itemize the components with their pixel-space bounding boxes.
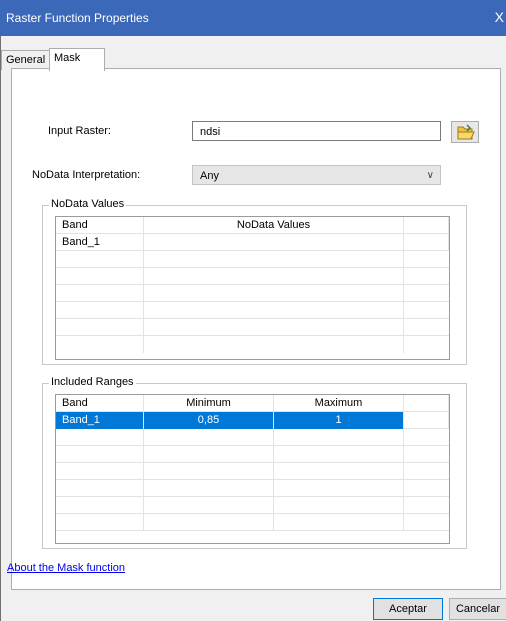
filler-cell bbox=[404, 412, 449, 429]
window-title: Raster Function Properties bbox=[6, 11, 149, 25]
accept-button[interactable]: Aceptar bbox=[373, 598, 443, 620]
chevron-down-icon: ∨ bbox=[426, 170, 434, 181]
table-header-row: Band Minimum Maximum bbox=[56, 395, 449, 412]
empty-row bbox=[56, 336, 449, 353]
table-row[interactable]: Band_1 bbox=[56, 234, 449, 251]
nodata-interpretation-select[interactable]: Any ∨ bbox=[192, 165, 441, 185]
band-cell[interactable]: Band_1 bbox=[56, 412, 144, 429]
tab-general[interactable]: General bbox=[1, 50, 51, 70]
nodata-interpretation-label: NoData Interpretation: bbox=[32, 169, 141, 181]
empty-row bbox=[56, 285, 449, 302]
included-ranges-group-title: Included Ranges bbox=[49, 376, 136, 388]
input-raster-field[interactable]: ndsi bbox=[192, 121, 441, 141]
empty-row bbox=[56, 429, 449, 446]
browse-folder-button[interactable] bbox=[451, 121, 479, 143]
empty-row bbox=[56, 446, 449, 463]
maximum-cell[interactable]: 1 bbox=[274, 412, 404, 429]
title-bar: Raster Function Properties X bbox=[0, 0, 506, 36]
column-header-maximum[interactable]: Maximum bbox=[274, 395, 404, 412]
empty-row bbox=[56, 480, 449, 497]
column-header-band[interactable]: Band bbox=[56, 395, 144, 412]
empty-row bbox=[56, 302, 449, 319]
tab-mask[interactable]: Mask bbox=[49, 48, 105, 71]
included-ranges-table[interactable]: Band Minimum Maximum Band_1 0,85 1 bbox=[55, 394, 450, 544]
column-header-filler bbox=[404, 395, 449, 412]
nodata-values-group: NoData Values Band NoData Values Band_1 bbox=[42, 198, 467, 365]
input-raster-label: Input Raster: bbox=[48, 125, 111, 137]
nodata-value-cell[interactable] bbox=[144, 234, 404, 251]
column-header-band[interactable]: Band bbox=[56, 217, 144, 234]
dialog-body: General Mask Input Raster: ndsi NoData I… bbox=[0, 36, 506, 621]
included-ranges-group: Included Ranges Band Minimum Maximum Ban… bbox=[42, 376, 467, 549]
empty-row bbox=[56, 319, 449, 336]
column-header-nodata-values[interactable]: NoData Values bbox=[144, 217, 404, 234]
nodata-values-group-title: NoData Values bbox=[49, 198, 127, 210]
empty-row bbox=[56, 463, 449, 480]
table-header-row: Band NoData Values bbox=[56, 217, 449, 234]
nodata-values-table[interactable]: Band NoData Values Band_1 bbox=[55, 216, 450, 360]
empty-row bbox=[56, 251, 449, 268]
filler-cell bbox=[404, 234, 449, 251]
about-mask-function-link[interactable]: About the Mask function bbox=[7, 562, 125, 574]
empty-row bbox=[56, 514, 449, 531]
mask-tab-panel: Input Raster: ndsi NoData Interpretation… bbox=[11, 68, 501, 590]
table-row[interactable]: Band_1 0,85 1 bbox=[56, 412, 449, 429]
close-icon[interactable]: X bbox=[495, 9, 504, 25]
nodata-interpretation-value: Any bbox=[200, 170, 219, 182]
tab-strip: General Mask bbox=[1, 48, 506, 71]
open-folder-icon bbox=[457, 124, 475, 140]
cancel-button[interactable]: Cancelar bbox=[449, 598, 506, 620]
column-header-filler bbox=[404, 217, 449, 234]
column-header-minimum[interactable]: Minimum bbox=[144, 395, 274, 412]
minimum-cell[interactable]: 0,85 bbox=[144, 412, 274, 429]
empty-row bbox=[56, 497, 449, 514]
empty-row bbox=[56, 268, 449, 285]
band-cell[interactable]: Band_1 bbox=[56, 234, 144, 251]
